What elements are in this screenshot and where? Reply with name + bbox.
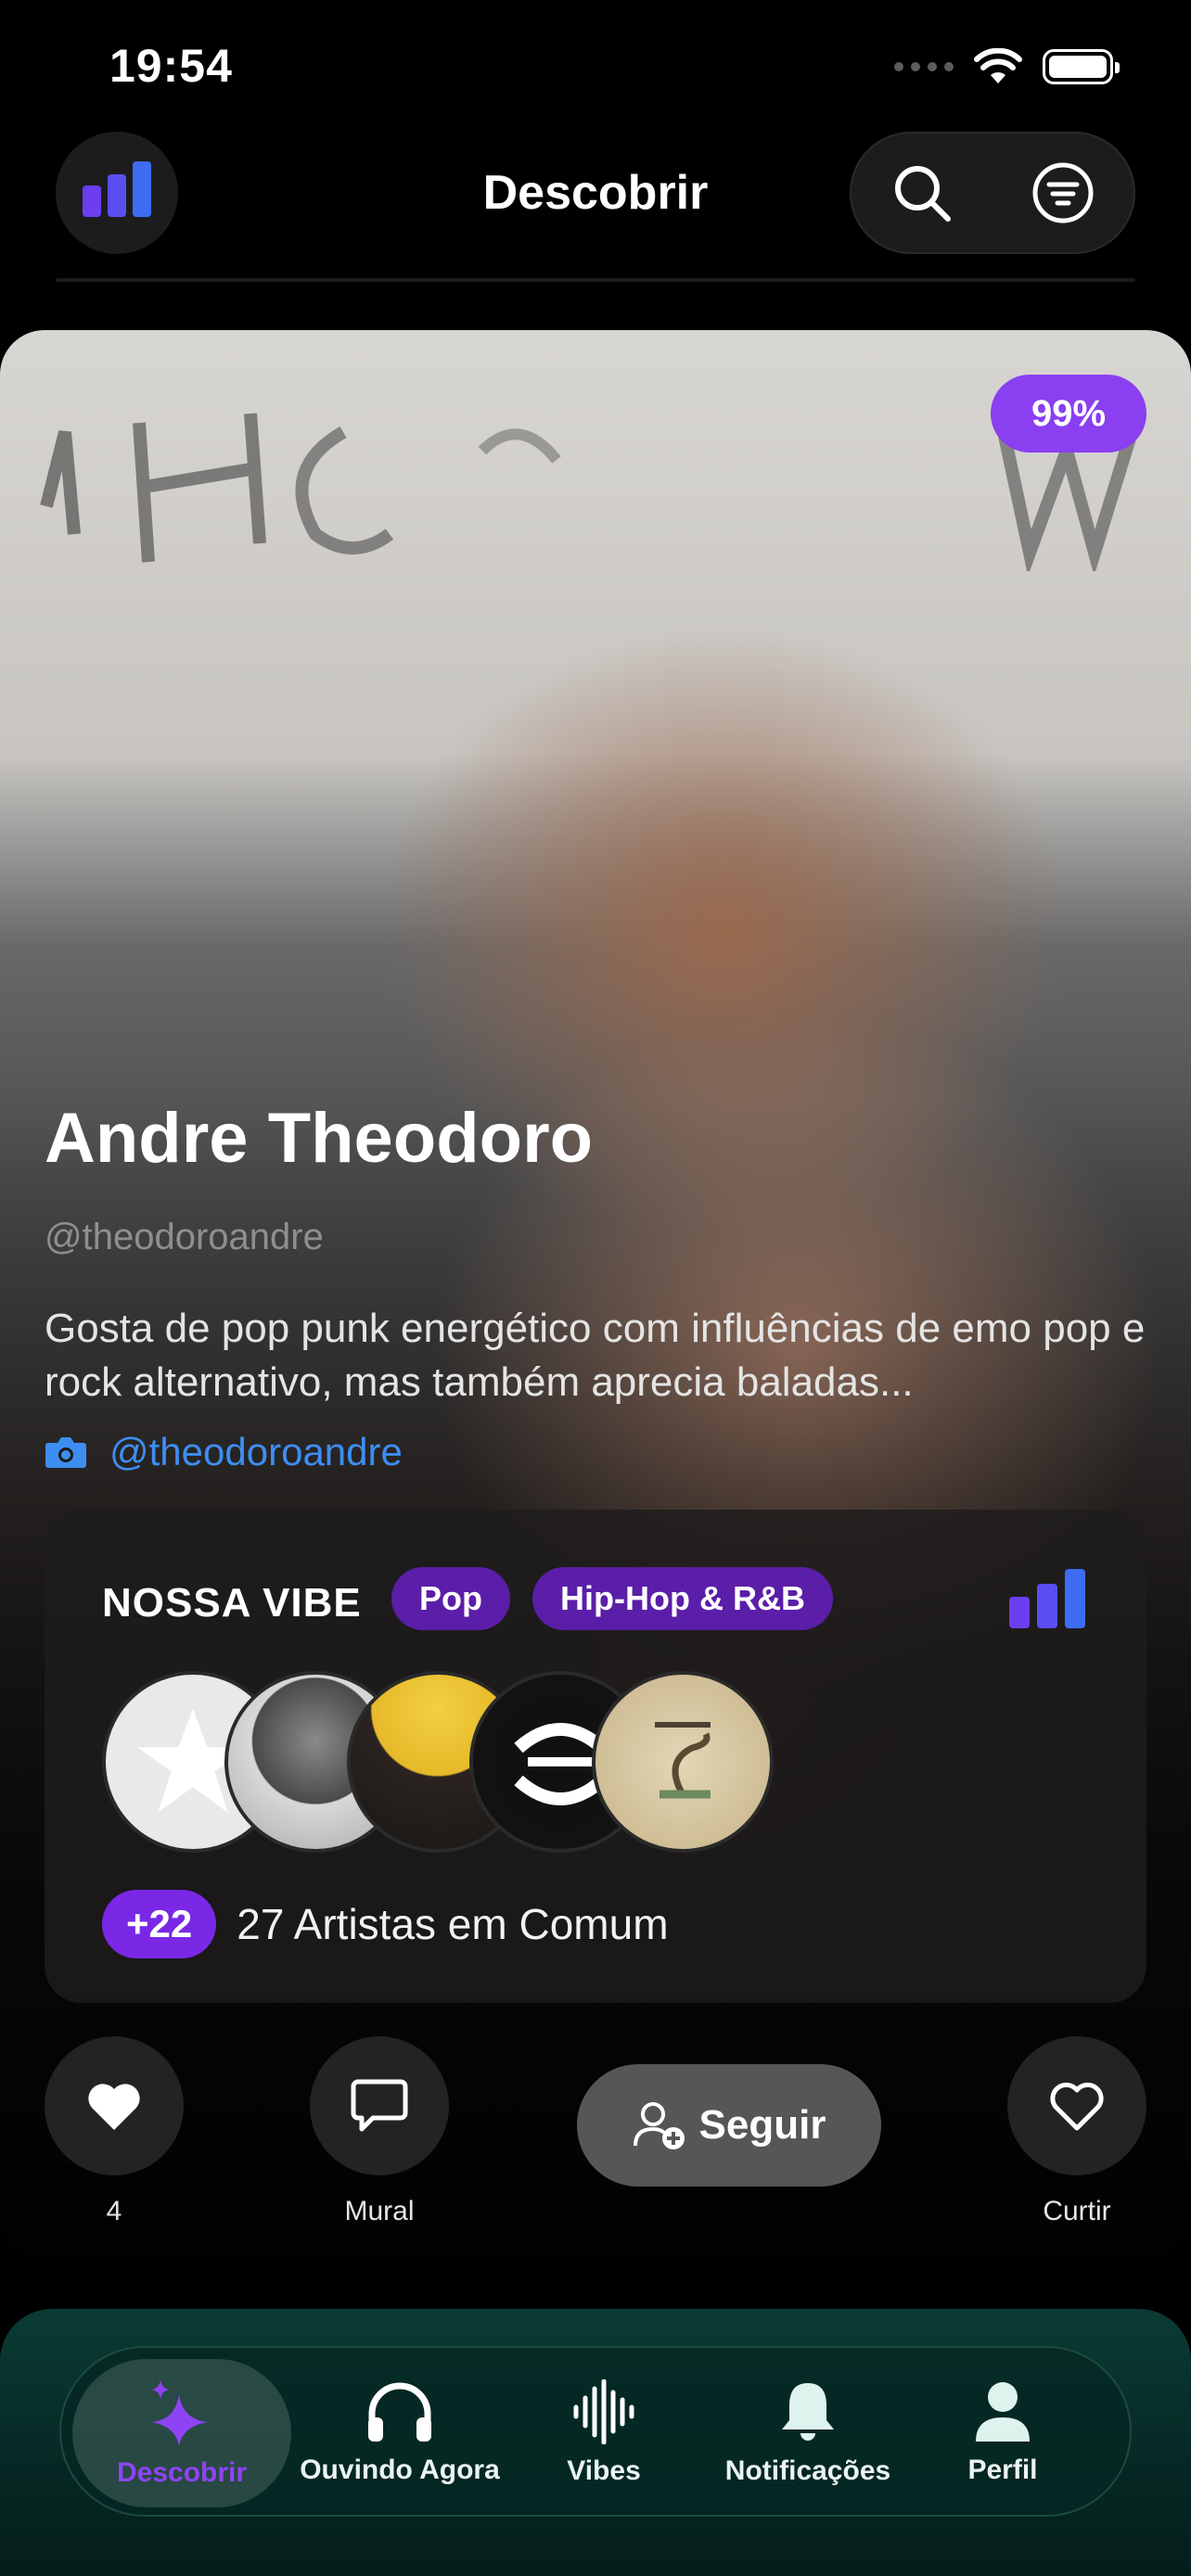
user-plus-icon: [633, 2102, 685, 2149]
genre-tag: Pop: [391, 1567, 510, 1630]
header-divider: [56, 278, 1135, 282]
vibe-bars-icon: [1009, 1567, 1085, 1628]
profile-bio: Gosta de pop punk energético com influên…: [45, 1306, 1146, 1405]
curtir-label: Curtir: [1043, 2196, 1111, 2226]
tab-ouvindo-agora[interactable]: Ouvindo Agora: [293, 2348, 506, 2519]
heart-outline-icon: [1050, 2082, 1104, 2131]
mural-action[interactable]: Mural: [310, 2036, 449, 2227]
follow-label: Seguir: [698, 2102, 826, 2148]
instagram-handle: @theodoroandre: [109, 1430, 403, 1473]
mural-button[interactable]: [310, 2036, 449, 2175]
vibe-title: NOSSA VIBE: [102, 1580, 362, 1626]
tab-label: Descobrir: [116, 2457, 248, 2488]
profile-username: @theodoroandre: [45, 1217, 324, 1257]
profile-name: Andre Theodoro: [45, 1099, 594, 1178]
search-icon[interactable]: [890, 160, 954, 225]
tab-perfil[interactable]: Perfil: [933, 2348, 1072, 2519]
cellular-signal-icon: [894, 62, 954, 71]
heart-filled-icon: [88, 2084, 140, 2130]
curtir-action[interactable]: Curtir: [1007, 2036, 1146, 2227]
tab-label: Ouvindo Agora: [300, 2455, 500, 2485]
genre-tag: Hip-Hop & R&B: [532, 1567, 833, 1630]
match-percentage-badge: 99%: [991, 375, 1146, 453]
curtir-button[interactable]: [1007, 2036, 1146, 2175]
like-count-button[interactable]: [45, 2036, 184, 2175]
profile-card[interactable]: 99% Andre Theodoro @theodoroandre Gosta …: [0, 330, 1191, 2259]
battery-icon: [1043, 49, 1120, 84]
top-header: Descobrir: [0, 130, 1191, 260]
tab-label: Perfil: [967, 2455, 1038, 2485]
sparkles-icon: [151, 2379, 209, 2446]
mural-label: Mural: [344, 2196, 415, 2226]
wifi-icon: [974, 48, 1022, 83]
artist-avatar[interactable]: [592, 1671, 774, 1853]
tab-vibes[interactable]: Vibes: [525, 2348, 683, 2519]
status-bar: 19:54: [0, 0, 1191, 130]
header-actions: [850, 132, 1135, 254]
shared-vibe-panel: NOSSA VIBE Pop Hip-Hop & R&B +22 27 Arti…: [45, 1510, 1146, 2003]
follow-button[interactable]: Seguir: [577, 2064, 881, 2187]
tab-descobrir[interactable]: Descobrir: [72, 2359, 291, 2507]
waveform-icon: [573, 2379, 634, 2444]
status-time: 19:54: [109, 40, 233, 92]
album-art-icon: [655, 1722, 711, 1799]
extra-artists-badge: +22: [102, 1890, 217, 1958]
chat-bubble-icon: [351, 2079, 408, 2132]
common-artists-count: 27 Artistas em Comum: [237, 1900, 669, 1948]
tab-label: Notificações: [724, 2455, 891, 2486]
bell-icon: [782, 2383, 834, 2441]
common-artists-summary[interactable]: +22 27 Artistas em Comum: [102, 1890, 669, 1958]
tab-notificacoes[interactable]: Notificações: [711, 2348, 905, 2519]
instagram-link[interactable]: @theodoroandre: [45, 1430, 403, 1474]
common-artists-avatars[interactable]: [102, 1671, 788, 1853]
person-icon: [976, 2382, 1030, 2442]
likes-action[interactable]: 4: [45, 2036, 184, 2227]
bottom-tab-bar: Descobrir Ouvindo Agora Vibes Notificaçõ…: [59, 2346, 1132, 2517]
like-count: 4: [106, 2196, 122, 2226]
headphones-icon: [368, 2382, 431, 2442]
filter-icon[interactable]: [1031, 160, 1095, 225]
status-icons: [894, 48, 1120, 85]
camera-icon: [45, 1437, 86, 1468]
tab-label: Vibes: [567, 2455, 641, 2486]
